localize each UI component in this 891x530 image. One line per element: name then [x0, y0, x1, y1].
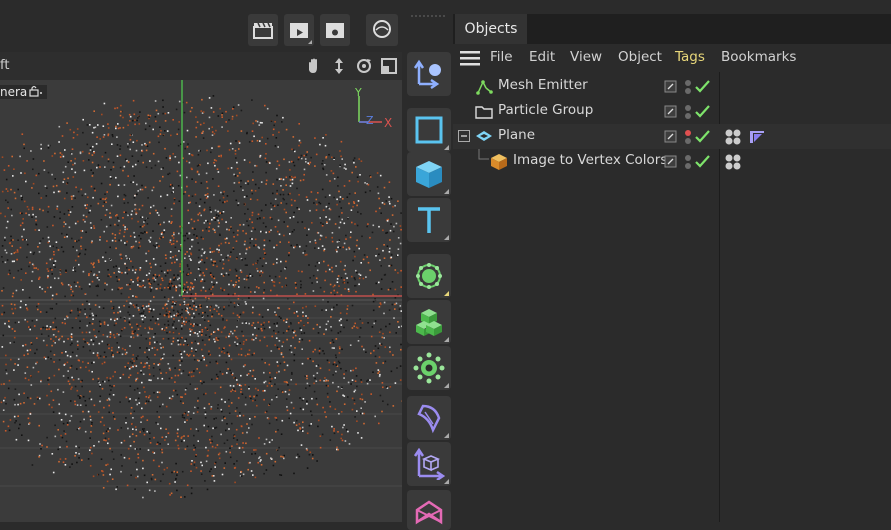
- tree-row-image-to-vertex-colors[interactable]: Image to Vertex Colors: [453, 149, 891, 174]
- camera-lock-icon: [29, 85, 43, 97]
- panel-grip-handle[interactable]: [410, 14, 448, 20]
- tree-row-plane[interactable]: Plane: [453, 124, 891, 149]
- text-button[interactable]: [407, 198, 451, 242]
- tool-palette: [402, 52, 453, 522]
- menu-view[interactable]: View: [570, 49, 602, 65]
- menu-object[interactable]: Object: [618, 49, 662, 65]
- axis-x-label: X: [384, 116, 392, 130]
- spline-button[interactable]: [407, 490, 451, 530]
- row-status-controls[interactable]: [664, 79, 714, 95]
- gear-points-icon: [413, 352, 445, 384]
- render-picture-viewer-button[interactable]: [284, 14, 314, 46]
- axis-y-label: Y: [355, 86, 362, 99]
- bend-deformer-icon: [413, 402, 445, 434]
- null-object-button[interactable]: [407, 108, 451, 152]
- particle-cloud: [0, 80, 402, 522]
- row-status-controls[interactable]: [664, 129, 714, 145]
- axis-z-label: Z: [366, 114, 374, 127]
- maximize-view-icon[interactable]: [380, 57, 398, 75]
- clapper-gear-icon: [324, 20, 346, 40]
- tree-row-particle-group[interactable]: Particle Group: [453, 99, 891, 124]
- coordinate-system-button[interactable]: [407, 52, 451, 96]
- viewport-menu-label[interactable]: ft: [0, 58, 9, 73]
- menu-tags[interactable]: Tags: [675, 49, 705, 65]
- effector-button[interactable]: [407, 346, 451, 390]
- menu-file[interactable]: File: [490, 49, 513, 65]
- render-settings-button[interactable]: [320, 14, 350, 46]
- row-status-controls[interactable]: [664, 154, 714, 170]
- menu-edit[interactable]: Edit: [529, 49, 555, 65]
- viewport-header: ft: [0, 52, 402, 80]
- viewport[interactable]: ft nera Y Z X: [0, 52, 402, 522]
- tab-objects[interactable]: Objects: [455, 14, 527, 44]
- pan-hand-icon[interactable]: [305, 57, 323, 75]
- axis-gizmo: Y Z X: [354, 86, 394, 130]
- camera-label[interactable]: nera: [0, 85, 47, 99]
- collapse-toggle-icon[interactable]: [458, 130, 470, 142]
- render-view-button[interactable]: [248, 14, 278, 46]
- deformer-button[interactable]: [407, 396, 451, 440]
- hamburger-menu-icon[interactable]: [460, 50, 480, 66]
- tree-item-label: Particle Group: [498, 102, 593, 118]
- cube-icon: [413, 158, 445, 190]
- cloner-button[interactable]: [407, 300, 451, 344]
- object-tree: Mesh Emitter Particle Group: [453, 72, 891, 522]
- redshift-icon: [370, 18, 394, 40]
- tree-item-label: Plane: [498, 127, 535, 143]
- row-status-controls[interactable]: [664, 104, 714, 120]
- cube-button[interactable]: [407, 152, 451, 196]
- mesh-emitter-icon: [475, 79, 493, 95]
- panel-tab-bar: Objects: [453, 14, 891, 44]
- circle-points-icon: [413, 260, 445, 292]
- tree-item-label: Image to Vertex Colors: [513, 152, 667, 168]
- plane-icon: [475, 129, 493, 145]
- objects-menubar: File Edit View Object Tags Bookmarks: [453, 44, 891, 70]
- tree-row-mesh-emitter[interactable]: Mesh Emitter: [453, 74, 891, 99]
- pink-shape-icon: [413, 496, 445, 528]
- rotate-view-icon[interactable]: [355, 57, 373, 75]
- axis-cube-icon: [413, 448, 445, 480]
- square-outline-icon: [413, 114, 445, 146]
- vertex-map-tag-icon[interactable]: [724, 128, 742, 146]
- move-vertical-icon[interactable]: [330, 57, 348, 75]
- cube-orange-icon: [490, 153, 508, 171]
- green-cubes-icon: [413, 306, 445, 338]
- generator-button[interactable]: [407, 254, 451, 298]
- objects-panel: Objects File Edit View Object Tags Bookm…: [453, 14, 891, 522]
- vertex-map-tag-icon[interactable]: [724, 153, 742, 171]
- tree-item-label: Mesh Emitter: [498, 77, 588, 93]
- clapper-icon: [252, 20, 274, 40]
- camera-label-text: nera: [0, 85, 27, 99]
- clapper-play-icon: [288, 20, 310, 40]
- folder-icon: [475, 104, 493, 120]
- top-toolbar: [0, 0, 453, 52]
- redshift-button[interactable]: [366, 14, 398, 46]
- field-button[interactable]: [407, 442, 451, 486]
- phong-tag-icon[interactable]: [748, 128, 766, 146]
- text-t-icon: [413, 204, 445, 236]
- menu-bookmarks[interactable]: Bookmarks: [721, 49, 796, 65]
- move-axis-icon: [413, 58, 445, 90]
- hierarchy-line-icon: [475, 149, 489, 163]
